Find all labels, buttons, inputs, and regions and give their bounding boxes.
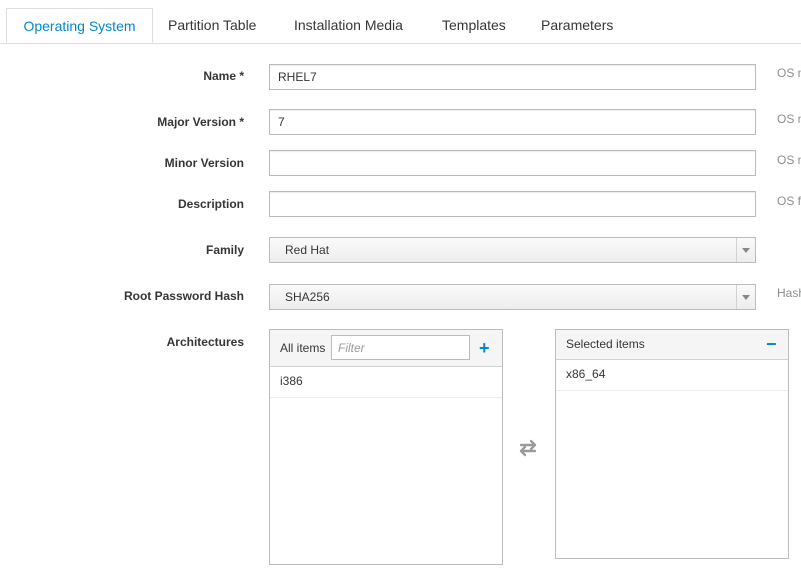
minor-version-help: OS n	[777, 153, 801, 167]
name-help: OS n	[777, 66, 801, 80]
root-password-hash-select[interactable]: SHA256	[269, 284, 756, 310]
all-items-title: All items	[280, 341, 326, 355]
available-items-header: All items +	[270, 330, 502, 367]
available-items-list: All items + i386	[269, 329, 503, 565]
architectures-label: Architectures	[166, 335, 244, 349]
major-version-help: OS n	[777, 112, 801, 126]
description-label: Description	[177, 197, 244, 211]
plus-icon[interactable]: +	[479, 339, 490, 357]
family-label: Family	[205, 243, 244, 257]
minor-version-label: Minor Version	[164, 156, 244, 170]
name-label: Name *	[203, 69, 244, 83]
caret-down-icon	[736, 285, 755, 309]
tab-installation-media[interactable]: Installation Media	[294, 8, 403, 42]
tab-bar: Operating System Partition Table Install…	[0, 8, 801, 44]
description-field[interactable]	[269, 191, 756, 217]
tab-operating-system[interactable]: Operating System	[6, 8, 153, 43]
tab-parameters[interactable]: Parameters	[541, 8, 613, 42]
root-password-hash-label: Root Password Hash	[123, 289, 244, 303]
list-item[interactable]: x86_64	[556, 359, 788, 391]
os-edit-page: Operating System Partition Table Install…	[0, 0, 801, 578]
description-help: OS fi	[777, 194, 801, 208]
selected-items-list: Selected items − x86_64	[555, 329, 789, 559]
caret-down-icon	[736, 238, 755, 262]
root-password-hash-select-value: SHA256	[285, 290, 330, 304]
major-version-label: Major Version *	[157, 115, 244, 129]
filter-input[interactable]	[331, 335, 470, 360]
name-field[interactable]: RHEL7	[269, 64, 756, 90]
minor-version-field[interactable]	[269, 150, 756, 176]
tab-partition-table[interactable]: Partition Table	[168, 8, 256, 42]
selected-items-title: Selected items	[566, 337, 645, 351]
swap-arrows-icon[interactable]	[517, 438, 539, 458]
major-version-field[interactable]: 7	[269, 109, 756, 135]
list-item[interactable]: i386	[270, 366, 502, 398]
minus-icon[interactable]: −	[766, 335, 777, 353]
family-select-value: Red Hat	[285, 243, 330, 257]
tab-templates[interactable]: Templates	[442, 8, 506, 42]
selected-items-header: Selected items −	[556, 330, 788, 360]
family-select[interactable]: Red Hat	[269, 237, 756, 263]
root-password-hash-help: Hash	[777, 286, 801, 300]
